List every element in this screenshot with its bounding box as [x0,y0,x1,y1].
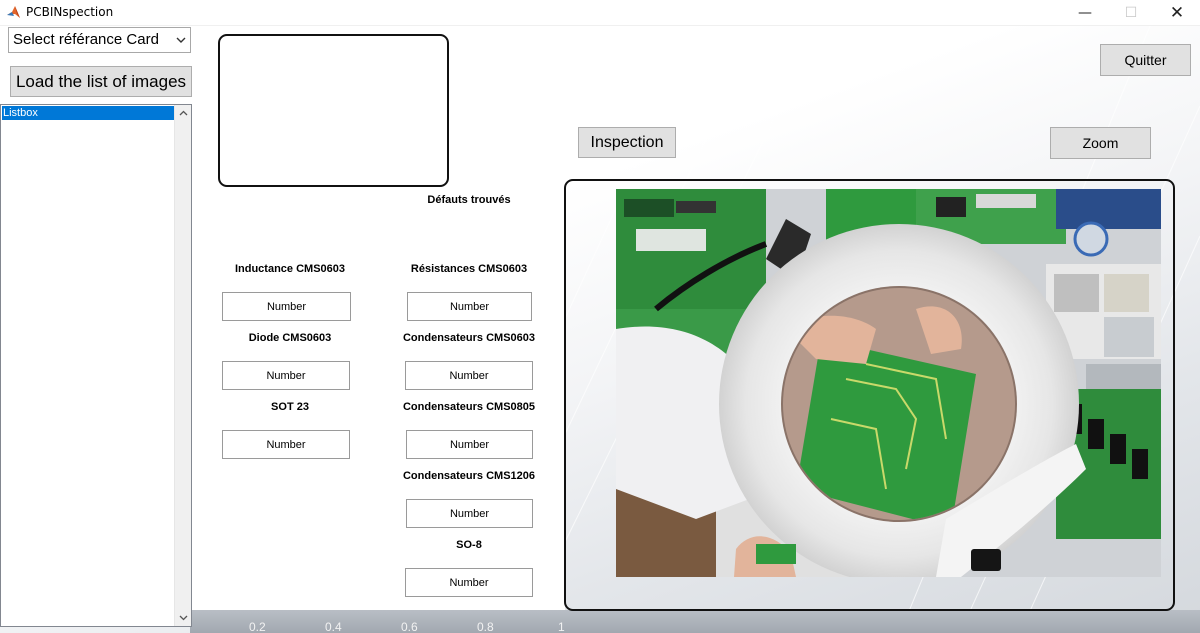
chevron-down-icon [176,37,186,43]
axis-tick: 0.2 [249,620,266,633]
inductance-label: Inductance CMS0603 [234,263,346,275]
load-images-button[interactable]: Load the list of images [10,66,192,97]
zoom-button[interactable]: Zoom [1050,127,1151,159]
panel-background [190,26,220,186]
title-bar: PCBINspection — ☐ ✕ [0,0,1200,26]
condensateurs-0805-field[interactable]: Number [406,430,533,459]
inductance-field[interactable]: Number [222,292,351,321]
axis-tick: 0.6 [401,620,418,633]
window-title: PCBINspection [26,5,114,19]
inspection-button[interactable]: Inspection [578,127,676,158]
so8-field[interactable]: Number [405,568,533,597]
so8-label: SO-8 [456,539,482,551]
reference-image-axes [218,34,449,187]
close-button[interactable]: ✕ [1154,0,1200,26]
diode-field[interactable]: Number [222,361,350,390]
listbox-scrollbar[interactable] [174,105,191,626]
condensateurs-0603-label: Condensateurs CMS0603 [402,332,536,344]
condensateurs-0603-field[interactable]: Number [405,361,533,390]
quit-button[interactable]: Quitter [1100,44,1191,76]
condensateurs-1206-label: Condensateurs CMS1206 [402,470,536,482]
reference-card-select-value: Select référance Card [13,31,159,48]
minimize-button[interactable]: — [1062,0,1108,26]
list-item[interactable]: Listbox [2,106,174,120]
condensateurs-1206-field[interactable]: Number [406,499,533,528]
sot23-label: SOT 23 [271,401,309,413]
diode-label: Diode CMS0603 [248,332,332,344]
condensateurs-0805-label: Condensateurs CMS0805 [402,401,536,413]
resistances-label: Résistances CMS0603 [410,263,528,275]
reference-card-select[interactable]: Select référance Card [8,27,191,53]
image-listbox[interactable]: Listbox [0,104,192,627]
chevron-down-icon[interactable] [175,610,191,626]
defects-heading: Défauts trouvés [427,194,511,206]
sot23-field[interactable]: Number [222,430,350,459]
resistances-field[interactable]: Number [407,292,532,321]
chevron-up-icon[interactable] [175,105,191,121]
axis-tick: 0.4 [325,620,342,633]
axis-tick: 1 [558,620,565,633]
pcb-inspection-photo [616,189,1161,577]
axis-tick: 0.8 [477,620,494,633]
matlab-icon [6,5,21,20]
maximize-button[interactable]: ☐ [1108,0,1154,26]
figure-canvas: 0.2 0.4 0.6 0.8 1 Select référance Card … [0,26,1200,633]
